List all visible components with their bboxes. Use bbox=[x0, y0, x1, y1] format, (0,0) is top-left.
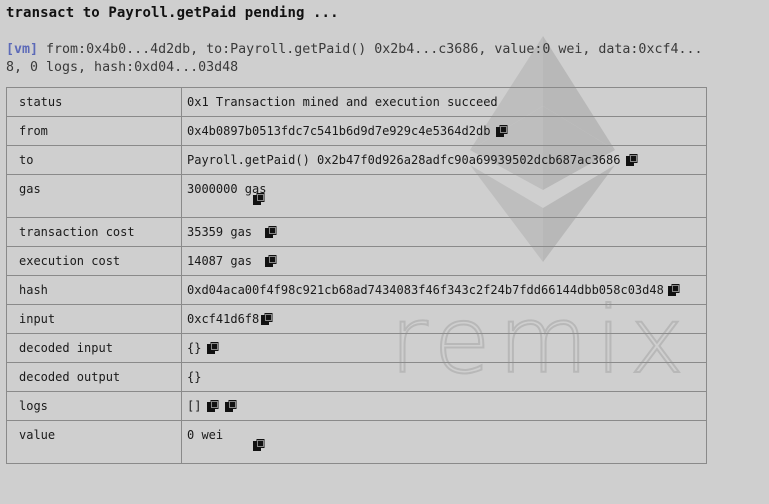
row-key: logs bbox=[6, 391, 182, 421]
row-key: gas bbox=[6, 174, 182, 218]
to-value: Payroll.getPaid() 0x2b47f0d926a28adfc90a… bbox=[187, 153, 621, 167]
log-summary[interactable]: [vm] from:0x4b0...4d2db, to:Payroll.getP… bbox=[6, 41, 769, 77]
row-key: status bbox=[6, 87, 182, 117]
row-key: transaction cost bbox=[6, 217, 182, 247]
row-key: decoded input bbox=[6, 333, 182, 363]
row-value: 0xd04aca00f4f98c921cb68ad7434083f46f343c… bbox=[181, 275, 707, 305]
row-from: from 0x4b0897b0513fdc7c541b6d9d7e929c4e5… bbox=[6, 116, 707, 146]
row-input: input 0xcf41d6f8 bbox=[6, 304, 707, 334]
row-value: 14087 gas bbox=[181, 246, 707, 276]
row-key: hash bbox=[6, 275, 182, 305]
transaction-cost-value: 35359 gas bbox=[187, 225, 260, 239]
pending-title: transact to Payroll.getPaid pending ... bbox=[6, 5, 339, 21]
row-value: 0xcf41d6f8 bbox=[181, 304, 707, 334]
clipboard-copy-icon[interactable] bbox=[265, 226, 277, 238]
row-value: 0 wei bbox=[181, 420, 707, 464]
row-value: Payroll.getPaid() 0x2b47f0d926a28adfc90a… bbox=[181, 145, 707, 175]
clipboard-copy-icon[interactable] bbox=[207, 400, 219, 412]
row-decoded-input: decoded input {} bbox=[6, 333, 707, 363]
hash-value: 0xd04aca00f4f98c921cb68ad7434083f46f343c… bbox=[187, 283, 664, 297]
row-value: {} bbox=[181, 333, 707, 363]
row-status: status 0x1 Transaction mined and executi… bbox=[6, 87, 707, 117]
row-key: value bbox=[6, 420, 182, 464]
row-decoded-output: decoded output {} bbox=[6, 362, 707, 392]
clipboard-copy-icon[interactable] bbox=[626, 154, 638, 166]
clipboard-copy-icon[interactable] bbox=[265, 255, 277, 267]
row-execution-cost: execution cost 14087 gas bbox=[6, 246, 707, 276]
execution-cost-value: 14087 gas bbox=[187, 254, 260, 268]
clipboard-copy-icon[interactable] bbox=[496, 125, 508, 137]
clipboard-copy-icon[interactable] bbox=[261, 313, 273, 325]
status-value: 0x1 Transaction mined and execution succ… bbox=[187, 95, 498, 109]
row-logs: logs [] bbox=[6, 391, 707, 421]
value-value: 0 wei bbox=[187, 428, 224, 442]
log-line-2: 8, 0 logs, hash:0xd04...03d48 bbox=[6, 60, 239, 75]
row-value: 35359 gas bbox=[181, 217, 707, 247]
clipboard-copy-icon[interactable] bbox=[253, 439, 265, 451]
row-key: decoded output bbox=[6, 362, 182, 392]
row-value: 0x4b0897b0513fdc7c541b6d9d7e929c4e5364d2… bbox=[181, 116, 707, 146]
row-value: 3000000 gas bbox=[181, 174, 707, 218]
decoded-output-value: {} bbox=[187, 370, 202, 384]
row-key: from bbox=[6, 116, 182, 146]
input-value: 0xcf41d6f8 bbox=[187, 312, 260, 326]
row-to: to Payroll.getPaid() 0x2b47f0d926a28adfc… bbox=[6, 145, 707, 175]
row-value: [] bbox=[181, 391, 707, 421]
row-key: execution cost bbox=[6, 246, 182, 276]
row-transaction-cost: transaction cost 35359 gas bbox=[6, 217, 707, 247]
row-value: {} bbox=[181, 362, 707, 392]
row-gas: gas 3000000 gas bbox=[6, 174, 707, 218]
vm-tag: [vm] bbox=[6, 42, 39, 57]
row-key: to bbox=[6, 145, 182, 175]
from-value: 0x4b0897b0513fdc7c541b6d9d7e929c4e5364d2… bbox=[187, 124, 491, 138]
row-hash: hash 0xd04aca00f4f98c921cb68ad7434083f46… bbox=[6, 275, 707, 305]
row-value: 0x1 Transaction mined and execution succ… bbox=[181, 87, 707, 117]
decoded-input-value: {} bbox=[187, 341, 202, 355]
logs-value: [] bbox=[187, 399, 202, 413]
row-key: input bbox=[6, 304, 182, 334]
clipboard-copy-icon[interactable] bbox=[253, 193, 265, 205]
row-value: value 0 wei bbox=[6, 420, 707, 464]
clipboard-copy-icon[interactable] bbox=[667, 284, 680, 296]
clipboard-copy-icon[interactable] bbox=[225, 400, 237, 412]
log-line-1: from:0x4b0...4d2db, to:Payroll.getPaid()… bbox=[38, 42, 703, 57]
clipboard-copy-icon[interactable] bbox=[207, 342, 219, 354]
transaction-details-table: status 0x1 Transaction mined and executi… bbox=[6, 87, 707, 464]
